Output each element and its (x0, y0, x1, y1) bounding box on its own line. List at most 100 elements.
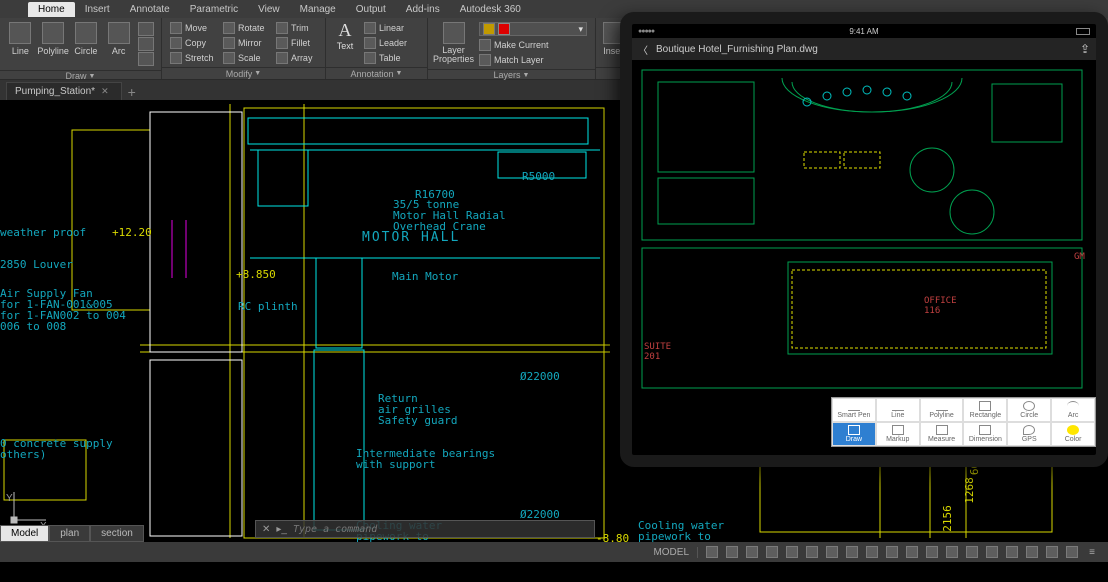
status-isolate-icon[interactable] (1042, 544, 1062, 560)
layer-properties[interactable]: Layer Properties (432, 20, 475, 64)
menu-annotate[interactable]: Annotate (120, 2, 180, 17)
layer-match[interactable]: Match Layer (475, 53, 591, 67)
layer-make-current[interactable]: Make Current (475, 38, 591, 52)
status-clean-icon[interactable] (1062, 544, 1082, 560)
tablet-filename: Boutique Hotel_Furnishing Plan.dwg (656, 44, 818, 55)
draw-circle[interactable]: Circle (70, 20, 103, 56)
menu-view[interactable]: View (248, 2, 290, 17)
tablet-device: ●●●●● 9:41 AM 〈 Boutique Hotel_Furnishin… (620, 12, 1108, 467)
menu-output[interactable]: Output (346, 2, 396, 17)
status-lock-icon[interactable] (1002, 544, 1022, 560)
status-ortho-icon[interactable] (742, 544, 762, 560)
draw-extra-2-icon[interactable] (138, 37, 154, 51)
annot-table[interactable]: Table (360, 51, 412, 65)
tablet-time: 9:41 AM (849, 27, 878, 36)
t-tool-circle[interactable]: Circle (1007, 398, 1051, 422)
note-fan: Air Supply Fan for 1-FAN-001&005 for 1-F… (0, 288, 126, 332)
tablet-status-bar: ●●●●● 9:41 AM (632, 24, 1096, 38)
note-crane: 35/5 tonne Motor Hall Radial Overhead Cr… (393, 199, 506, 232)
menu-a360[interactable]: Autodesk 360 (450, 2, 531, 17)
panel-title-modify: Modify (226, 69, 253, 79)
note-rc-plinth: RC plinth (238, 300, 298, 313)
draw-polyline[interactable]: Polyline (37, 20, 70, 56)
t-tool-polyline[interactable]: Polyline (920, 398, 964, 422)
status-custom-icon[interactable]: ≡ (1082, 544, 1102, 560)
menu-manage[interactable]: Manage (290, 2, 346, 17)
model-tabs: Model plan section (0, 524, 144, 542)
status-workspace-icon[interactable] (922, 544, 942, 560)
tab-model[interactable]: Model (0, 525, 49, 542)
modify-array[interactable]: Array (272, 51, 321, 65)
status-transparency-icon[interactable] (862, 544, 882, 560)
status-grid-icon[interactable] (702, 544, 722, 560)
t-tool-draw[interactable]: Draw (832, 422, 876, 446)
t-tool-arc[interactable]: Arc (1051, 398, 1095, 422)
annot-leader[interactable]: Leader (360, 36, 412, 50)
draw-arc[interactable]: Arc (102, 20, 135, 56)
annot-text[interactable]: A (339, 21, 352, 39)
tablet-note-suite: SUITE 201 (644, 342, 671, 362)
modify-copy[interactable]: Copy (166, 36, 219, 50)
modify-fillet[interactable]: Fillet (272, 36, 321, 50)
t-tool-measure[interactable]: Measure (920, 422, 964, 446)
layer-selector[interactable]: ▾ (479, 22, 587, 36)
command-input[interactable] (293, 524, 588, 535)
status-3dosnap-icon[interactable] (802, 544, 822, 560)
file-tab-label: Pumping_Station* (15, 86, 95, 97)
t-tool-smartpen[interactable]: Smart Pen (832, 398, 876, 422)
status-osnap-icon[interactable] (782, 544, 802, 560)
cmd-close-icon[interactable]: ✕ (262, 524, 270, 535)
note-n880: -8.80 (596, 532, 629, 542)
modify-stretch[interactable]: Stretch (166, 51, 219, 65)
file-tab[interactable]: Pumping_Station* ✕ (6, 82, 122, 100)
modify-scale[interactable]: Scale (219, 51, 272, 65)
status-annomon-icon[interactable] (942, 544, 962, 560)
note-d22000a: Ø22000 (520, 370, 560, 383)
t-tool-markup[interactable]: Markup (876, 422, 920, 446)
tab-plan[interactable]: plan (49, 525, 90, 542)
t-tool-color[interactable]: Color (1051, 422, 1095, 446)
status-otrack-icon[interactable] (822, 544, 842, 560)
t-tool-line[interactable]: Line (876, 398, 920, 422)
tablet-back-icon[interactable]: 〈 (638, 42, 648, 57)
status-bar: MODEL ≡ (0, 542, 1108, 562)
tablet-battery-icon (1076, 28, 1090, 35)
file-tab-add[interactable]: + (122, 84, 142, 100)
draw-line[interactable]: Line (4, 20, 37, 56)
tablet-share-icon[interactable]: ⇪ (1080, 42, 1090, 56)
note-louver: 2850 Louver (0, 258, 73, 271)
note-r5000: R5000 (522, 170, 555, 183)
menu-insert[interactable]: Insert (75, 2, 120, 17)
status-lwt-icon[interactable] (842, 544, 862, 560)
status-hwacc-icon[interactable] (1022, 544, 1042, 560)
draw-extra-1-icon[interactable] (138, 22, 154, 36)
modify-rotate[interactable]: Rotate (219, 21, 272, 35)
tablet-titlebar: 〈 Boutique Hotel_Furnishing Plan.dwg ⇪ (632, 38, 1096, 60)
status-snap-icon[interactable] (722, 544, 742, 560)
menu-home[interactable]: Home (28, 2, 75, 17)
menu-addins[interactable]: Add-ins (396, 2, 450, 17)
status-units-icon[interactable] (962, 544, 982, 560)
dim-1268: 1268 (963, 477, 976, 504)
cmd-prompt-icon: ▸_ (276, 524, 287, 535)
status-model-label[interactable]: MODEL (645, 547, 698, 558)
status-quickprops-icon[interactable] (982, 544, 1002, 560)
status-annoscale-icon[interactable] (902, 544, 922, 560)
status-polar-icon[interactable] (762, 544, 782, 560)
tablet-canvas[interactable]: SUITE 201 OFFICE 116 GM Smart Pen Line P… (632, 60, 1096, 455)
t-tool-gps[interactable]: GPS (1007, 422, 1051, 446)
tablet-drawing-svg (632, 60, 1096, 455)
modify-mirror[interactable]: Mirror (219, 36, 272, 50)
t-tool-dimension[interactable]: Dimension (963, 422, 1007, 446)
modify-move[interactable]: Move (166, 21, 219, 35)
status-cycling-icon[interactable] (882, 544, 902, 560)
command-line[interactable]: ✕ ▸_ (255, 520, 595, 538)
t-tool-rectangle[interactable]: Rectangle (963, 398, 1007, 422)
ucs-y: Y (6, 493, 13, 504)
modify-trim[interactable]: Trim (272, 21, 321, 35)
tab-section[interactable]: section (90, 525, 144, 542)
menu-parametric[interactable]: Parametric (180, 2, 248, 17)
file-tab-close-icon[interactable]: ✕ (101, 86, 109, 97)
annot-linear[interactable]: Linear (360, 21, 412, 35)
draw-extra-3-icon[interactable] (138, 52, 154, 66)
